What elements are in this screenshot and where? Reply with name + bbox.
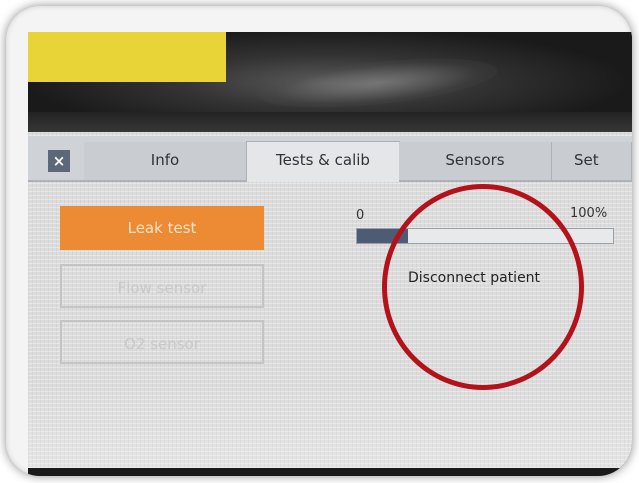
tab-sensors[interactable]: Sensors <box>399 142 552 180</box>
tab-tests-calib[interactable]: Tests & calib <box>246 141 400 182</box>
tab-info[interactable]: Info <box>84 142 247 180</box>
screen-bottom-edge <box>28 468 632 476</box>
screen-glare <box>28 382 632 476</box>
tab-settings[interactable]: Set <box>552 142 632 180</box>
close-icon[interactable]: × <box>48 150 70 172</box>
yellow-label-sticker <box>28 32 226 82</box>
progress-min-label: 0 <box>356 208 365 223</box>
bezel-reflection <box>256 49 500 117</box>
flow-sensor-button[interactable]: Flow sensor <box>60 264 264 308</box>
leak-test-button[interactable]: Leak test <box>60 206 264 250</box>
o2-sensor-button[interactable]: O2 sensor <box>60 320 264 364</box>
tab-bar: × Info Tests & calib Sensors Set <box>28 136 632 182</box>
annotation-circle <box>382 184 584 390</box>
progress-max-label: 100% <box>570 206 608 221</box>
monitor-bezel <box>28 32 632 136</box>
